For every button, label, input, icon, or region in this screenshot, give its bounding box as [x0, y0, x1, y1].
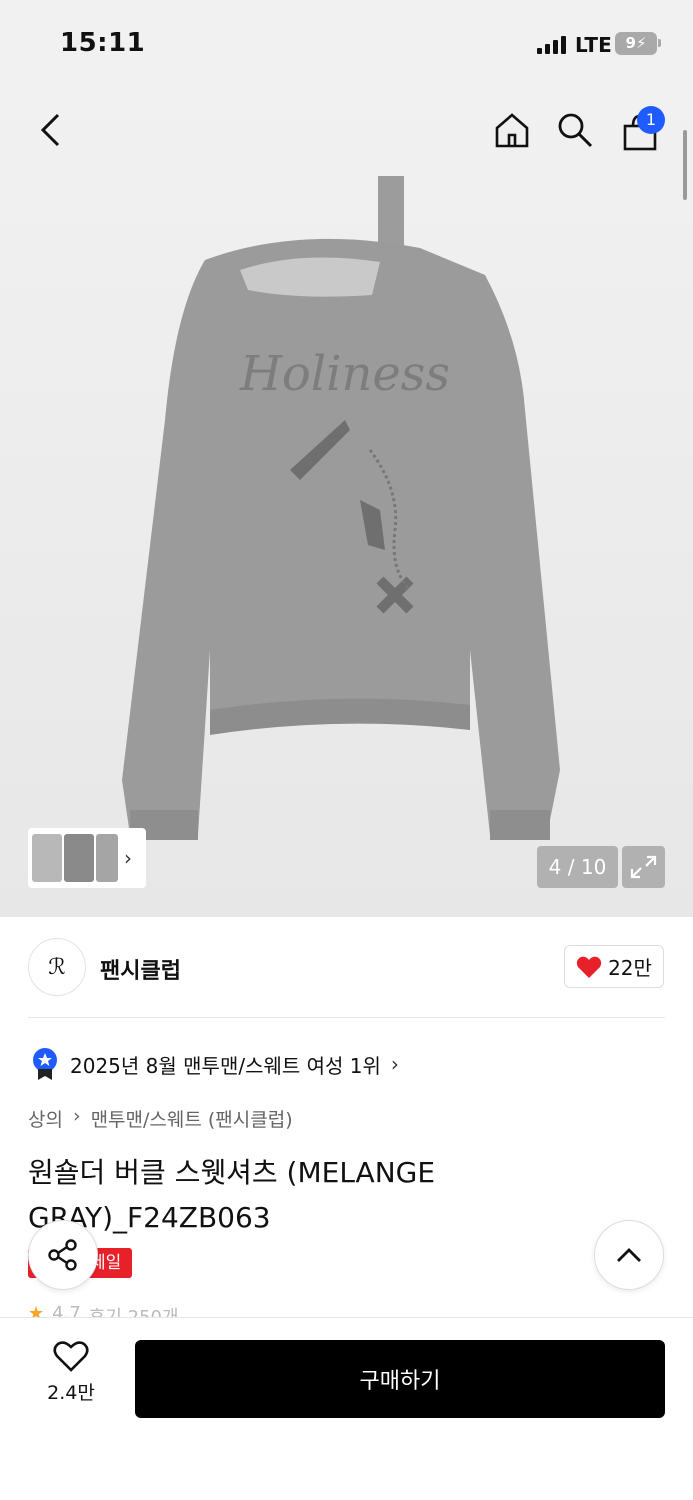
chevron-right-icon[interactable]: › [124, 846, 132, 870]
thumbnail-image[interactable] [32, 834, 62, 882]
breadcrumb: 상의 › 맨투맨/스웨트 (팬시클럽) [28, 1105, 293, 1132]
expand-button[interactable] [622, 846, 665, 888]
counter-current: 4 [548, 855, 562, 879]
search-button[interactable] [553, 108, 597, 152]
star-icon: ★ [28, 1303, 45, 1317]
image-counter: 4 / 10 [537, 846, 618, 888]
thumbnail-image[interactable] [96, 834, 118, 882]
heart-outline-icon [53, 1341, 89, 1372]
search-icon [558, 113, 593, 148]
status-time: 15:11 [60, 28, 146, 58]
rating-value: 4.7 [52, 1303, 81, 1317]
scroll-top-button[interactable] [594, 1220, 664, 1290]
cart-count-badge: 1 [637, 106, 665, 134]
ranking-link[interactable]: 2025년 8월 맨투맨/스웨트 여성 1위 › [30, 1047, 399, 1081]
sweatshirt-illustration: Holiness [122, 176, 560, 840]
breadcrumb-category[interactable]: 상의 [28, 1105, 63, 1132]
product-image[interactable]: Holiness [0, 90, 693, 917]
battery-level: 9 [625, 34, 636, 52]
breadcrumb-subcategory[interactable]: 맨투맨/스웨트 (팬시클럽) [91, 1105, 293, 1132]
chevron-up-icon [617, 1248, 641, 1262]
home-button[interactable] [490, 108, 534, 152]
svg-text:Holiness: Holiness [239, 346, 450, 402]
brand-like-count: 22만 [608, 956, 652, 980]
brand-logo-mark: ℛ [48, 954, 66, 980]
brand-logo[interactable]: ℛ [28, 938, 86, 996]
ranking-badge-icon [33, 1048, 57, 1080]
status-bar: 15:11 LTE 9⚡ [0, 0, 693, 90]
back-button[interactable] [30, 110, 70, 150]
expand-icon [630, 855, 657, 879]
share-button[interactable] [28, 1220, 98, 1290]
review-count: 후기 250개 [89, 1303, 179, 1317]
share-icon [48, 1239, 77, 1271]
home-icon [495, 113, 529, 148]
brand-name[interactable]: 팬시클럽 [100, 953, 181, 985]
thumbnail-image[interactable] [64, 834, 94, 882]
counter-total: 10 [580, 855, 607, 879]
brand-like-button[interactable]: 22만 [564, 945, 664, 988]
heart-filled-icon [576, 956, 602, 978]
network-label: LTE [575, 33, 612, 57]
chevron-right-icon: › [72, 1105, 81, 1127]
wishlist-button[interactable]: 2.4만 [28, 1340, 114, 1405]
counter-separator: / [561, 855, 581, 879]
product-title: 원숄더 버클 스웻셔츠 (MELANGE GRAY)_F24ZB063 [28, 1156, 436, 1234]
battery-icon: 9⚡ [615, 32, 657, 55]
ranking-text: 2025년 8월 맨투맨/스웨트 여성 1위 [70, 1053, 381, 1078]
chevron-left-icon [40, 113, 60, 147]
signal-icon [537, 34, 569, 54]
wishlist-count: 2.4만 [47, 1382, 95, 1404]
divider [28, 1017, 665, 1018]
buy-button[interactable]: 구매하기 [135, 1340, 665, 1418]
battery-tip [658, 39, 661, 47]
chevron-right-icon: › [390, 1052, 399, 1076]
scrollbar[interactable] [683, 130, 687, 200]
rating-row[interactable]: ★ 4.7 후기 250개 [28, 1303, 179, 1317]
